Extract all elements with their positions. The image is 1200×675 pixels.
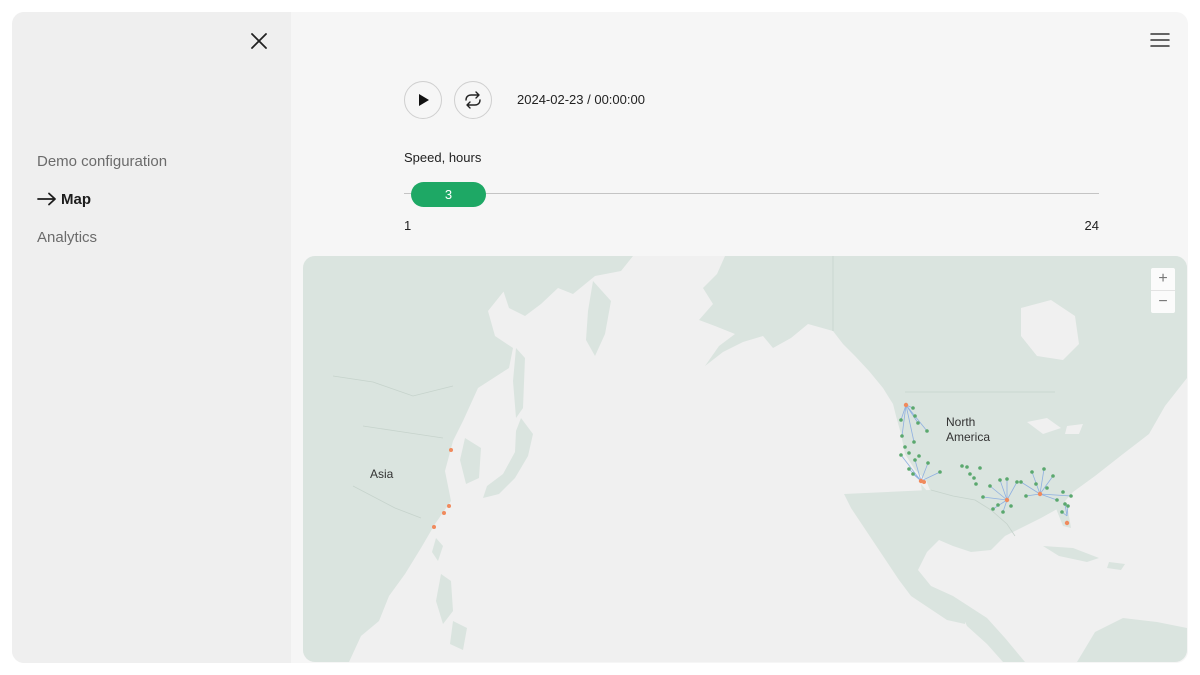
sidebar-item-label: Demo configuration — [37, 152, 168, 170]
map-view[interactable]: Asia North America + − — [303, 256, 1187, 662]
zoom-control: + − — [1151, 268, 1175, 313]
arrow-right-icon — [37, 192, 56, 206]
speed-label: Speed, hours — [404, 150, 482, 165]
map-label-north-america: North America — [946, 415, 990, 445]
sidebar-item-analytics[interactable]: Analytics — [37, 218, 167, 256]
sidebar-item-map[interactable]: Map — [37, 180, 167, 218]
hamburger-icon — [1150, 33, 1170, 47]
sidebar-item-demo-configuration[interactable]: Demo configuration — [37, 142, 167, 180]
sidebar-nav: Demo configuration Map Analytics — [37, 142, 167, 256]
play-icon — [419, 94, 429, 106]
timestamp-display: 2024-02-23 / 00:00:00 — [517, 92, 645, 107]
sidebar: Demo configuration Map Analytics — [12, 12, 291, 663]
repeat-icon — [465, 91, 481, 109]
close-icon — [251, 33, 267, 49]
app-window: Demo configuration Map Analytics 2024-02… — [12, 12, 1188, 663]
map-label-asia: Asia — [370, 467, 394, 481]
sidebar-item-label: Analytics — [37, 228, 98, 246]
speed-min-label: 1 — [404, 218, 412, 233]
map-label-line: America — [946, 430, 991, 444]
close-button[interactable] — [248, 30, 270, 52]
sidebar-item-label: Map — [61, 190, 91, 208]
basemap — [303, 256, 1187, 662]
zoom-out-button[interactable]: − — [1151, 291, 1175, 313]
main-panel: 2024-02-23 / 00:00:00 Speed, hours 3 1 2… — [291, 12, 1188, 663]
speed-slider-thumb[interactable]: 3 — [411, 182, 486, 207]
loop-button[interactable] — [454, 81, 492, 119]
menu-button[interactable] — [1150, 32, 1170, 48]
speed-max-label: 24 — [1084, 218, 1099, 233]
play-button[interactable] — [404, 81, 442, 119]
speed-slider-track[interactable] — [404, 193, 1099, 194]
zoom-in-button[interactable]: + — [1151, 268, 1175, 290]
map-label-line: North — [946, 415, 976, 429]
